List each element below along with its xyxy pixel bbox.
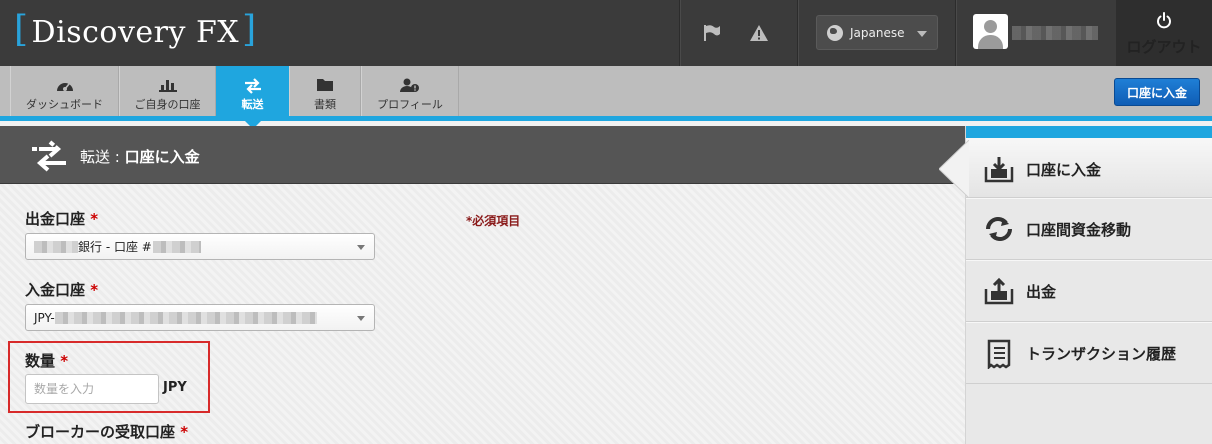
logo-bracket-left: [ <box>14 9 29 50</box>
chevron-down-icon <box>357 316 365 321</box>
main-nav: ダッシュボード ご自身の口座 転送 書類 プロフィール 口座に入金 <box>0 66 1212 121</box>
side-item-label: 口座に入金 <box>1026 161 1102 179</box>
flag-icon[interactable] <box>701 22 723 44</box>
tab-label: 書類 <box>314 98 336 111</box>
warning-icon[interactable] <box>748 22 770 44</box>
header-divider <box>679 0 680 66</box>
tab-documents[interactable]: 書類 <box>289 66 361 116</box>
quantity-label-text: 数量 <box>25 352 56 370</box>
required-asterisk: * <box>60 352 69 370</box>
header-divider <box>955 0 956 66</box>
to-account-label: 入金口座 * <box>25 279 98 300</box>
side-item-withdraw[interactable]: 出金 <box>966 260 1212 322</box>
logo-bracket-right: ] <box>242 9 257 50</box>
tab-transfer[interactable]: 転送 <box>216 66 289 116</box>
language-select[interactable]: Japanese <box>816 15 938 50</box>
transfer-icon <box>244 78 261 94</box>
tab-label: 転送 <box>241 98 264 111</box>
profile-icon <box>400 78 419 92</box>
side-item-label: 出金 <box>1026 283 1057 301</box>
avatar[interactable] <box>973 14 1008 49</box>
tab-my-accounts[interactable]: ご自身の口座 <box>119 66 216 116</box>
exchange-icon <box>986 217 1012 241</box>
folder-icon <box>317 79 333 91</box>
bar-chart-icon <box>158 80 177 92</box>
quantity-label: 数量 * <box>25 350 68 371</box>
redacted-text <box>152 240 201 253</box>
side-item-deposit[interactable]: 口座に入金 <box>966 138 1212 198</box>
page-title-text: 口座に入金 <box>124 148 200 166</box>
logout-label: ログアウト <box>1126 38 1202 56</box>
active-item-pointer <box>939 140 969 198</box>
logo-text: Discovery FX <box>31 14 240 50</box>
side-item-transfer-between[interactable]: 口座間資金移動 <box>966 198 1212 260</box>
deposit-button[interactable]: 口座に入金 <box>1114 78 1200 106</box>
required-asterisk: * <box>90 281 99 299</box>
tab-label: プロフィール <box>377 98 443 111</box>
side-menu-accent <box>966 126 1212 138</box>
quantity-unit: JPY <box>163 380 187 395</box>
transfer-icon <box>32 140 66 172</box>
chevron-down-icon <box>357 245 365 250</box>
quantity-input[interactable] <box>25 374 159 404</box>
receipt-icon <box>987 339 1011 369</box>
redacted-text <box>54 311 317 324</box>
page-section: 転送 : <box>80 148 125 166</box>
avatar-body <box>978 35 1003 49</box>
globe-icon <box>827 24 843 41</box>
side-item-label: 口座間資金移動 <box>1026 221 1132 239</box>
tab-label: ダッシュボード <box>26 98 103 111</box>
page-heading: 転送 : 口座に入金 <box>0 126 965 184</box>
logout-button[interactable]: ログアウト <box>1116 0 1212 66</box>
top-header: [ Discovery FX ] Japanese ログアウト <box>0 0 1212 66</box>
side-item-label: トランザクション履歴 <box>1026 345 1177 363</box>
deposit-form: 出金口座 * *必須項目 銀行 - 口座 # 入金口座 * JPY- 数量 * … <box>0 184 965 444</box>
username-redacted[interactable] <box>1012 26 1098 40</box>
to-account-label-text: 入金口座 <box>25 281 86 299</box>
from-account-select[interactable]: 銀行 - 口座 # <box>25 233 375 260</box>
required-asterisk: * <box>180 423 189 441</box>
to-account-value: JPY- <box>34 310 55 325</box>
required-note: *必須項目 <box>466 214 521 228</box>
from-account-label-text: 出金口座 <box>25 210 86 228</box>
redacted-text <box>34 240 78 253</box>
broker-account-label-text: ブローカーの受取口座 <box>25 423 176 441</box>
to-account-select[interactable]: JPY- <box>25 304 375 331</box>
broker-account-label: ブローカーの受取口座 * <box>25 421 188 442</box>
side-item-history[interactable]: トランザクション履歴 <box>966 322 1212 384</box>
from-account-label: 出金口座 * <box>25 208 98 229</box>
tab-profile[interactable]: プロフィール <box>361 66 459 116</box>
chevron-down-icon <box>917 31 927 37</box>
header-divider <box>797 0 798 66</box>
avatar-head <box>984 20 997 33</box>
required-asterisk: * <box>90 210 99 228</box>
deposit-icon <box>984 157 1014 183</box>
page-title: 転送 : 口座に入金 <box>80 146 200 167</box>
power-icon <box>1157 12 1171 29</box>
dashboard-icon <box>56 83 73 91</box>
language-value: Japanese <box>850 25 905 40</box>
from-account-value: 銀行 - 口座 # <box>78 240 152 254</box>
side-menu: 口座に入金 口座間資金移動 出金 トランザクション履歴 <box>965 126 1212 444</box>
withdraw-icon <box>984 277 1014 305</box>
tab-dashboard[interactable]: ダッシュボード <box>10 66 119 116</box>
tab-label: ご自身の口座 <box>134 98 201 111</box>
brand-logo[interactable]: [ Discovery FX ] <box>14 10 257 54</box>
